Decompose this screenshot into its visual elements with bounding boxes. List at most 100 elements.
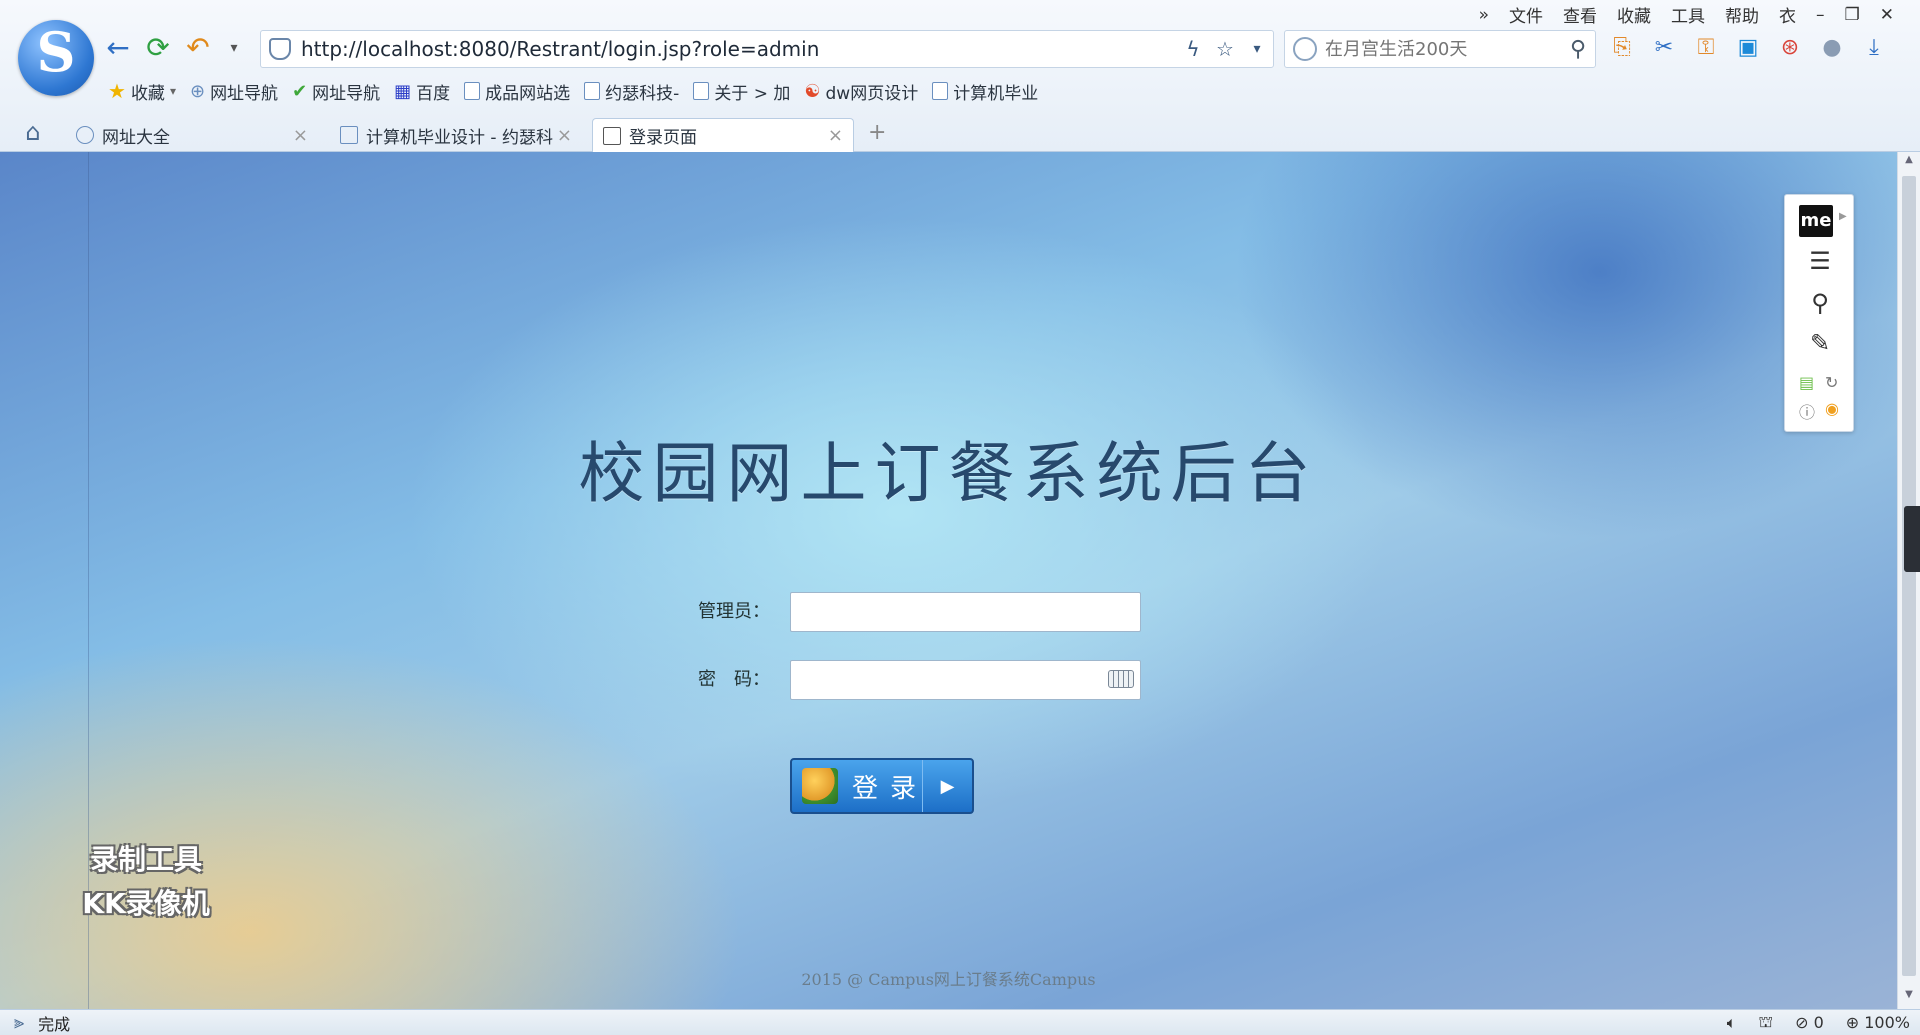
undo-dropdown-icon[interactable]: ▾: [216, 30, 252, 66]
back-icon[interactable]: ←: [100, 30, 136, 66]
scroll-up-icon[interactable]: ▲: [1902, 154, 1916, 172]
expand-icon[interactable]: ▶: [1839, 211, 1847, 222]
home-icon[interactable]: ⌂: [20, 120, 46, 144]
search-icon[interactable]: ⚲: [1561, 37, 1595, 62]
page-icon: [603, 126, 621, 145]
scrollbar-thumb[interactable]: [1902, 176, 1916, 976]
scissors-icon[interactable]: ✂: [1648, 32, 1680, 64]
key-icon[interactable]: ⚿: [1690, 32, 1722, 64]
baidu-icon: ▦: [394, 80, 412, 102]
admin-input[interactable]: [790, 592, 1141, 632]
bookmark-star-icon[interactable]: ☆: [1209, 37, 1241, 61]
menu-item-view[interactable]: 查看: [1557, 2, 1603, 27]
page-icon: [340, 126, 358, 144]
keyboard-icon[interactable]: [1108, 670, 1134, 688]
page-icon: [693, 82, 710, 100]
refresh-icon[interactable]: ⟳: [140, 30, 176, 66]
volume-icon[interactable]: 🔈︎: [1727, 1013, 1737, 1033]
skin-icon[interactable]: 衣: [1773, 2, 1802, 27]
page-icon: [464, 82, 481, 100]
tab-strip: ⌂ 网址大全 × 计算机毕业设计 - 约瑟科 × 登录页面 × +: [0, 114, 1920, 152]
play-arrow-icon: ▶: [922, 760, 972, 812]
bookmark-item[interactable]: ☯ dw网页设计: [804, 79, 918, 104]
page-content: 校园网上订餐系统后台 管理员： 密 码： 登录 ▶ 2015 @ Campus网…: [0, 152, 1897, 1009]
cloud-sync-icon[interactable]: ⛫: [1758, 1012, 1773, 1033]
chevron-down-icon[interactable]: ▾: [170, 84, 176, 98]
undo-icon[interactable]: ↶: [180, 30, 216, 66]
bookmark-item[interactable]: ✔ 网址导航: [292, 79, 380, 104]
hao123-icon: ✔: [292, 80, 308, 102]
hamburger-menu-icon[interactable]: ☰: [1785, 247, 1855, 275]
menu-bar: » 文件 查看 收藏 工具 帮助 衣 – ❐ ✕: [1473, 2, 1900, 28]
page-icon: [932, 82, 949, 100]
new-tab-button[interactable]: +: [868, 120, 886, 145]
menu-item-file[interactable]: 文件: [1503, 2, 1549, 27]
tab-close-icon[interactable]: ×: [557, 125, 572, 146]
url-text[interactable]: http://localhost:8080/Restrant/login.jsp…: [301, 37, 1177, 61]
footer-text: 2015 @ Campus网上订餐系统Campus: [801, 970, 1096, 989]
tab-url-directory[interactable]: 网址大全 ×: [66, 118, 318, 152]
restore-button[interactable]: ❐: [1839, 5, 1866, 25]
tab-close-icon[interactable]: ×: [293, 125, 308, 146]
password-row: 密 码：: [0, 660, 1897, 700]
search-engine-icon[interactable]: [1293, 37, 1317, 61]
login-label: 登录: [852, 773, 929, 804]
bookmark-item[interactable]: 约瑟科技-: [584, 79, 679, 104]
vertical-scrollbar[interactable]: ▲ ▼: [1897, 152, 1920, 1009]
dw-icon: ☯: [804, 80, 821, 102]
eye-icon[interactable]: ◉: [1825, 399, 1839, 418]
extension-icon[interactable]: ●: [1816, 32, 1848, 64]
globe-icon: ⊕: [189, 80, 206, 102]
side-collapse-handle[interactable]: [1904, 506, 1920, 572]
browser-chrome: ← ⟳ ↶ ▾ http://localhost:8080/Restrant/l…: [0, 0, 1920, 152]
sogou-browser-logo[interactable]: [18, 20, 94, 96]
security-shield-icon: [269, 38, 291, 60]
tab-close-icon[interactable]: ×: [828, 125, 843, 146]
menu-item-favorites[interactable]: 收藏: [1611, 2, 1657, 27]
scroll-down-icon[interactable]: ▼: [1902, 989, 1916, 1007]
lightning-icon[interactable]: ϟ: [1177, 37, 1209, 61]
bookmarks-bar: ★ 收藏 ▾ ⊕ 网址导航 ✔ 网址导航 ▦ 百度 成品网站选 约瑟科技- 关于…: [108, 78, 1038, 104]
bookmark-favorites[interactable]: ★ 收藏 ▾: [108, 79, 176, 104]
admin-row: 管理员：: [0, 592, 1897, 632]
minimize-button[interactable]: –: [1810, 5, 1831, 25]
users-icon: [802, 768, 838, 804]
bookmark-item[interactable]: ⊕ 网址导航: [190, 79, 278, 104]
cast-icon[interactable]: ▤: [1799, 373, 1814, 392]
sidebar-toggle-icon[interactable]: ⫸: [14, 1012, 24, 1033]
menu-item-help[interactable]: 帮助: [1719, 2, 1765, 27]
tab-graduation-design[interactable]: 计算机毕业设计 - 约瑟科 ×: [330, 118, 582, 152]
zoom-control[interactable]: ⊕ 100%: [1846, 1013, 1910, 1032]
login-button[interactable]: 登录 ▶: [790, 758, 974, 814]
password-label: 密 码：: [698, 669, 770, 690]
menu-item-tools[interactable]: 工具: [1665, 2, 1711, 27]
star-icon: ★: [108, 79, 126, 103]
weibo-icon[interactable]: ⊛: [1774, 32, 1806, 64]
address-dropdown-icon[interactable]: ▾: [1241, 41, 1273, 57]
reload-icon[interactable]: ↻: [1825, 373, 1838, 392]
search-box[interactable]: ⚲: [1284, 30, 1596, 68]
bookmark-item[interactable]: 计算机毕业: [932, 79, 1038, 104]
recorder-watermark: 录制工具 KK录像机: [82, 843, 210, 920]
photo-icon[interactable]: ▣: [1732, 32, 1764, 64]
page-title: 校园网上订餐系统后台: [578, 435, 1319, 512]
password-input[interactable]: [790, 660, 1141, 700]
tab-login-page[interactable]: 登录页面 ×: [592, 118, 854, 152]
more-icon[interactable]: »: [1473, 5, 1495, 25]
info-icon[interactable]: ⓘ: [1799, 399, 1815, 423]
bookmark-item[interactable]: 成品网站选: [464, 79, 570, 104]
bookmark-item[interactable]: ▦ 百度: [394, 79, 450, 104]
address-bar[interactable]: http://localhost:8080/Restrant/login.jsp…: [260, 30, 1274, 68]
pencil-icon[interactable]: ✎: [1785, 329, 1855, 357]
close-window-button[interactable]: ✕: [1874, 5, 1900, 25]
page-icon: [584, 82, 601, 100]
toolbar-extensions: ⎘ ✂ ⚿ ▣ ⊛ ● ⤓: [1606, 32, 1890, 64]
side-tool-panel: me ▶ ☰ ⚲ ✎ ▤ ↻ ⓘ ◉: [1784, 194, 1854, 432]
bookmark-item[interactable]: 关于 > 加: [693, 79, 790, 104]
me-brand-icon[interactable]: me: [1799, 205, 1833, 237]
share-icon[interactable]: ⎘: [1606, 32, 1638, 64]
download-icon[interactable]: ⤓: [1858, 32, 1890, 64]
search-input[interactable]: [1325, 38, 1561, 60]
ad-block-counter[interactable]: ⊘ 0: [1795, 1013, 1824, 1032]
search-icon[interactable]: ⚲: [1785, 289, 1855, 317]
